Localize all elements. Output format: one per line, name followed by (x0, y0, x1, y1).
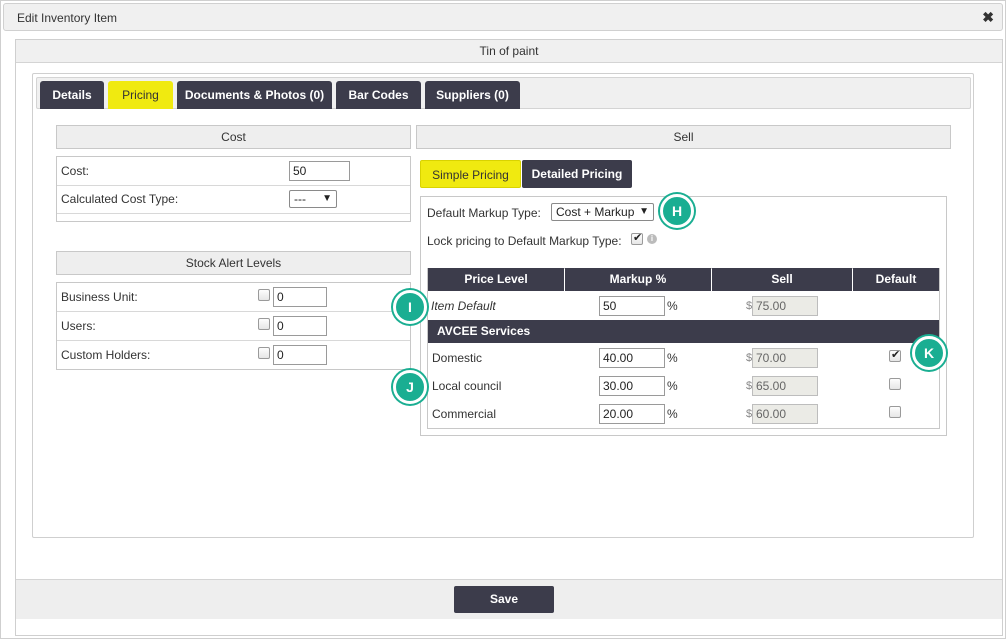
item-default-markup-input[interactable] (599, 296, 665, 316)
cost-section-header: Cost (56, 125, 411, 149)
col-price-level: Price Level (428, 268, 564, 291)
stock-alert-section-header: Stock Alert Levels (56, 251, 411, 275)
business-unit-checkbox[interactable] (258, 289, 270, 301)
local-council-markup-input[interactable] (599, 376, 665, 396)
item-name-header: Tin of paint (16, 40, 1002, 63)
lock-pricing-label: Lock pricing to Default Markup Type: (427, 234, 622, 248)
dialog-title: Edit Inventory Item (17, 11, 118, 25)
custom-holders-checkbox[interactable] (258, 347, 270, 359)
local-council-sell-input (752, 376, 818, 396)
dropdown-arrow-icon: ▼ (639, 206, 649, 217)
price-level-label: Local council (432, 379, 502, 393)
price-group-header: AVCEE Services (428, 320, 939, 343)
custom-holders-input[interactable] (273, 345, 327, 365)
simple-pricing-button[interactable]: Simple Pricing (420, 160, 521, 188)
callout-marker-h: H (660, 194, 694, 228)
detailed-pricing-button[interactable]: Detailed Pricing (522, 160, 632, 188)
default-markup-type-value: Cost + Markup (556, 205, 635, 219)
default-markup-type-label: Default Markup Type: (427, 206, 541, 220)
col-default: Default (853, 268, 939, 291)
percent-sign: % (667, 351, 678, 365)
price-level-table (427, 268, 940, 429)
percent-sign: % (667, 407, 678, 421)
tab-details[interactable]: Details (40, 81, 104, 109)
users-checkbox[interactable] (258, 318, 270, 330)
col-markup: Markup % (565, 268, 711, 291)
commercial-default-checkbox[interactable] (889, 406, 901, 418)
tab-bar-codes[interactable]: Bar Codes (336, 81, 421, 109)
item-default-sell-input (752, 296, 818, 316)
price-level-label: Domestic (432, 351, 483, 365)
calculated-cost-type-label: Calculated Cost Type: (61, 192, 179, 206)
calculated-cost-type-select[interactable]: --- ▼ (289, 190, 337, 208)
commercial-markup-input[interactable] (599, 404, 665, 424)
callout-marker-i: I (393, 290, 427, 324)
callout-marker-j: J (393, 370, 427, 404)
item-default-label: Item Default (431, 299, 496, 313)
commercial-sell-input (752, 404, 818, 424)
info-icon[interactable]: i (647, 234, 657, 244)
callout-marker-k: K (912, 336, 946, 370)
domestic-default-checkbox[interactable] (889, 348, 901, 362)
local-council-default-checkbox[interactable] (889, 378, 901, 390)
business-unit-label: Business Unit: (61, 290, 138, 304)
business-unit-input[interactable] (273, 287, 327, 307)
tab-pricing[interactable]: Pricing (108, 81, 173, 109)
percent-sign: % (667, 379, 678, 393)
percent-sign: % (667, 299, 678, 313)
sell-section-header: Sell (416, 125, 951, 149)
cost-box (56, 156, 411, 222)
domestic-sell-input (752, 348, 818, 368)
cost-label: Cost: (61, 164, 90, 178)
custom-holders-label: Custom Holders: (61, 348, 151, 362)
tab-documents-photos[interactable]: Documents & Photos (0) (177, 81, 332, 109)
price-level-label: Commercial (432, 407, 497, 421)
col-sell: Sell (712, 268, 852, 291)
save-button[interactable]: Save (454, 586, 554, 613)
domestic-markup-input[interactable] (599, 348, 665, 368)
tab-suppliers[interactable]: Suppliers (0) (425, 81, 520, 109)
close-icon[interactable]: ✖ (982, 9, 994, 26)
users-input[interactable] (273, 316, 327, 336)
lock-pricing-checkbox[interactable] (631, 231, 643, 245)
dialog-titlebar: Edit Inventory Item ✖ (3, 3, 1003, 31)
calculated-cost-type-value: --- (294, 192, 306, 206)
users-label: Users: (61, 319, 96, 333)
dropdown-arrow-icon: ▼ (322, 193, 332, 204)
cost-input[interactable] (289, 161, 350, 181)
default-markup-type-select[interactable]: Cost + Markup ▼ (551, 203, 654, 221)
